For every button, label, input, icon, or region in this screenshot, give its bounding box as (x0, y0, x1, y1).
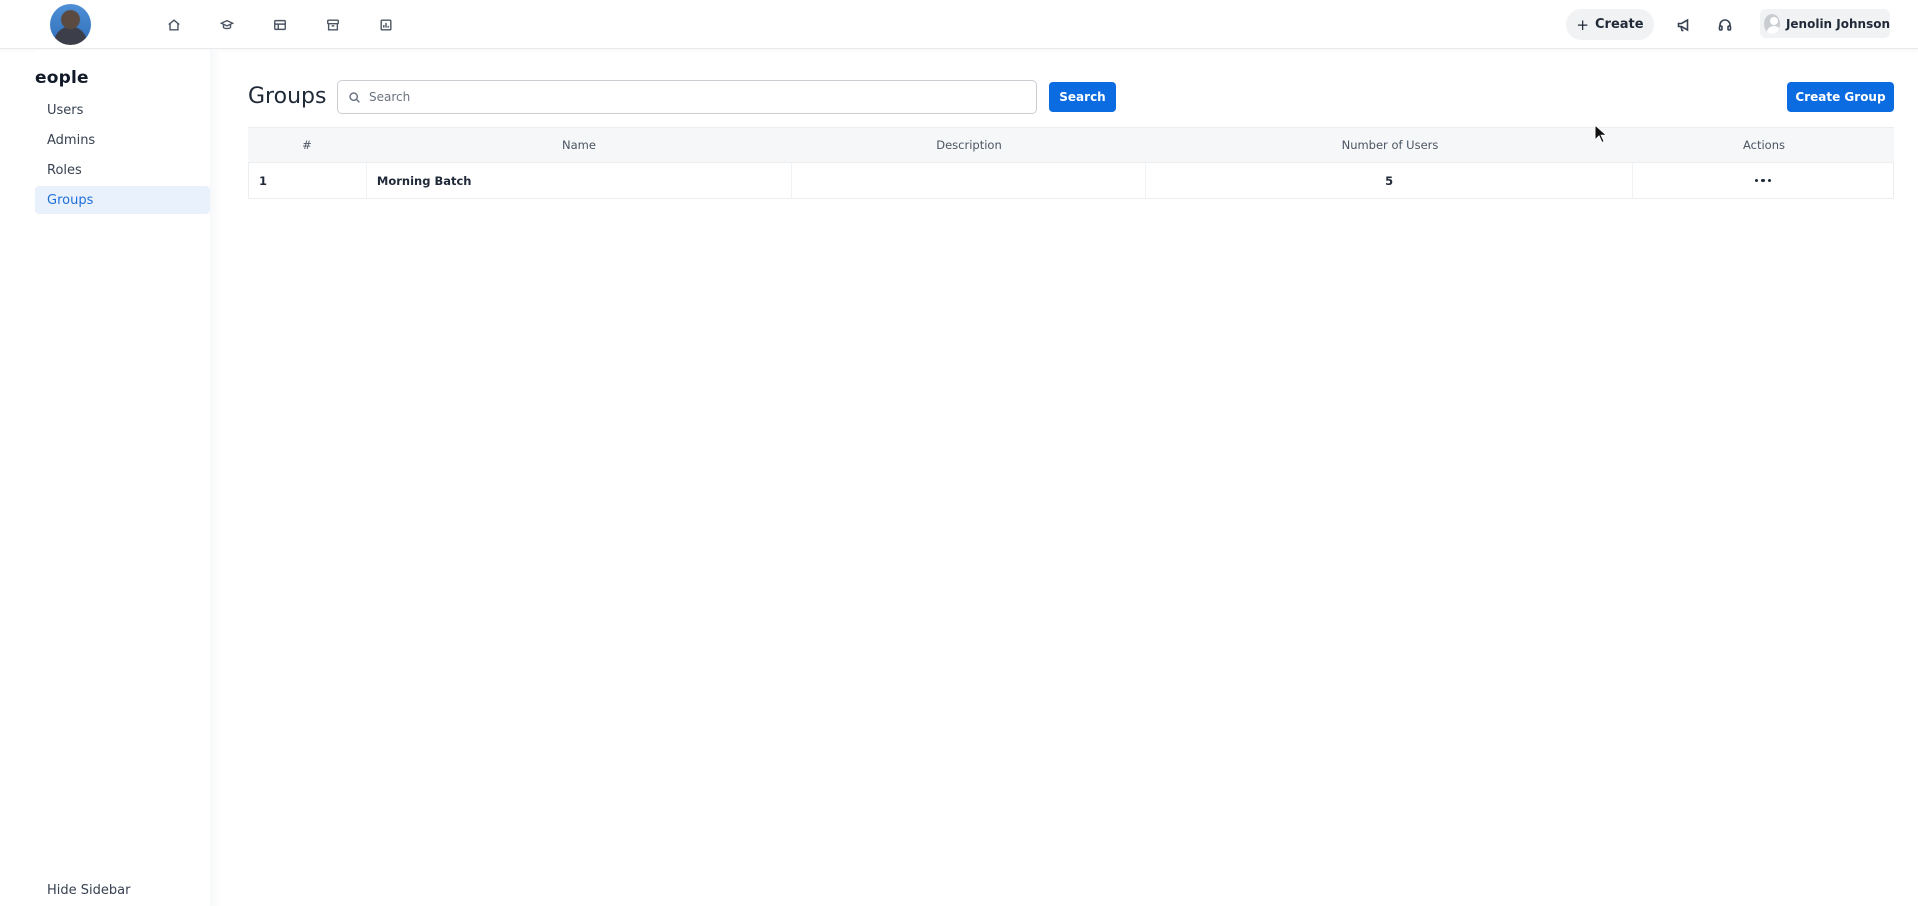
sidebar-item-admins[interactable]: Admins (35, 126, 210, 154)
row-actions-cell (1633, 163, 1893, 198)
sidebar-item-users[interactable]: Users (35, 96, 210, 124)
hide-sidebar-button[interactable]: Hide Sidebar (47, 883, 130, 898)
sidebar-title: eople (35, 68, 89, 88)
table-header: # Name Description Number of Users Actio… (248, 127, 1894, 163)
column-header-description: Description (936, 138, 1002, 152)
sidebar-divider (210, 50, 222, 906)
table-row[interactable]: 1 Morning Batch 5 (248, 163, 1894, 199)
home-icon[interactable] (164, 15, 184, 35)
profile-avatar-logo[interactable] (50, 4, 91, 45)
create-group-button[interactable]: Create Group (1787, 82, 1894, 112)
top-navbar: + Create Jenolin Johnson (0, 0, 1918, 49)
search-button[interactable]: Search (1049, 82, 1116, 112)
plus-icon: + (1576, 15, 1589, 34)
groups-table: # Name Description Number of Users Actio… (248, 127, 1894, 199)
headset-icon[interactable] (1714, 14, 1736, 36)
group-user-count: 5 (1146, 163, 1634, 198)
create-button[interactable]: + Create (1566, 9, 1654, 40)
archive-icon[interactable] (323, 15, 343, 35)
column-header-number-of-users[interactable]: Number of Users (1146, 128, 1634, 162)
sidebar: eople Users Admins Roles Groups Hide Sid… (35, 50, 210, 906)
row-index: 1 (249, 163, 367, 198)
search-field[interactable] (337, 80, 1037, 114)
user-name: Jenolin Johnson (1785, 16, 1890, 31)
group-description (792, 163, 1146, 198)
table-icon[interactable] (270, 15, 290, 35)
mouse-cursor-icon (1594, 124, 1608, 144)
search-icon (349, 91, 360, 103)
sidebar-item-groups[interactable]: Groups (35, 186, 210, 214)
page-title: Groups (248, 84, 327, 109)
more-options-icon[interactable] (1749, 173, 1778, 189)
user-avatar-icon (1764, 13, 1780, 34)
column-header-index: # (302, 138, 312, 152)
megaphone-icon[interactable] (1673, 14, 1695, 36)
column-header-actions: Actions (1742, 138, 1785, 152)
chart-icon[interactable] (376, 15, 396, 35)
group-name[interactable]: Morning Batch (367, 163, 793, 198)
user-menu[interactable]: Jenolin Johnson (1760, 9, 1890, 38)
sidebar-item-roles[interactable]: Roles (35, 156, 210, 184)
search-input[interactable] (369, 90, 1009, 104)
create-button-label: Create (1595, 17, 1644, 32)
graduation-cap-icon[interactable] (217, 15, 237, 35)
column-header-name[interactable]: Name (366, 128, 792, 162)
